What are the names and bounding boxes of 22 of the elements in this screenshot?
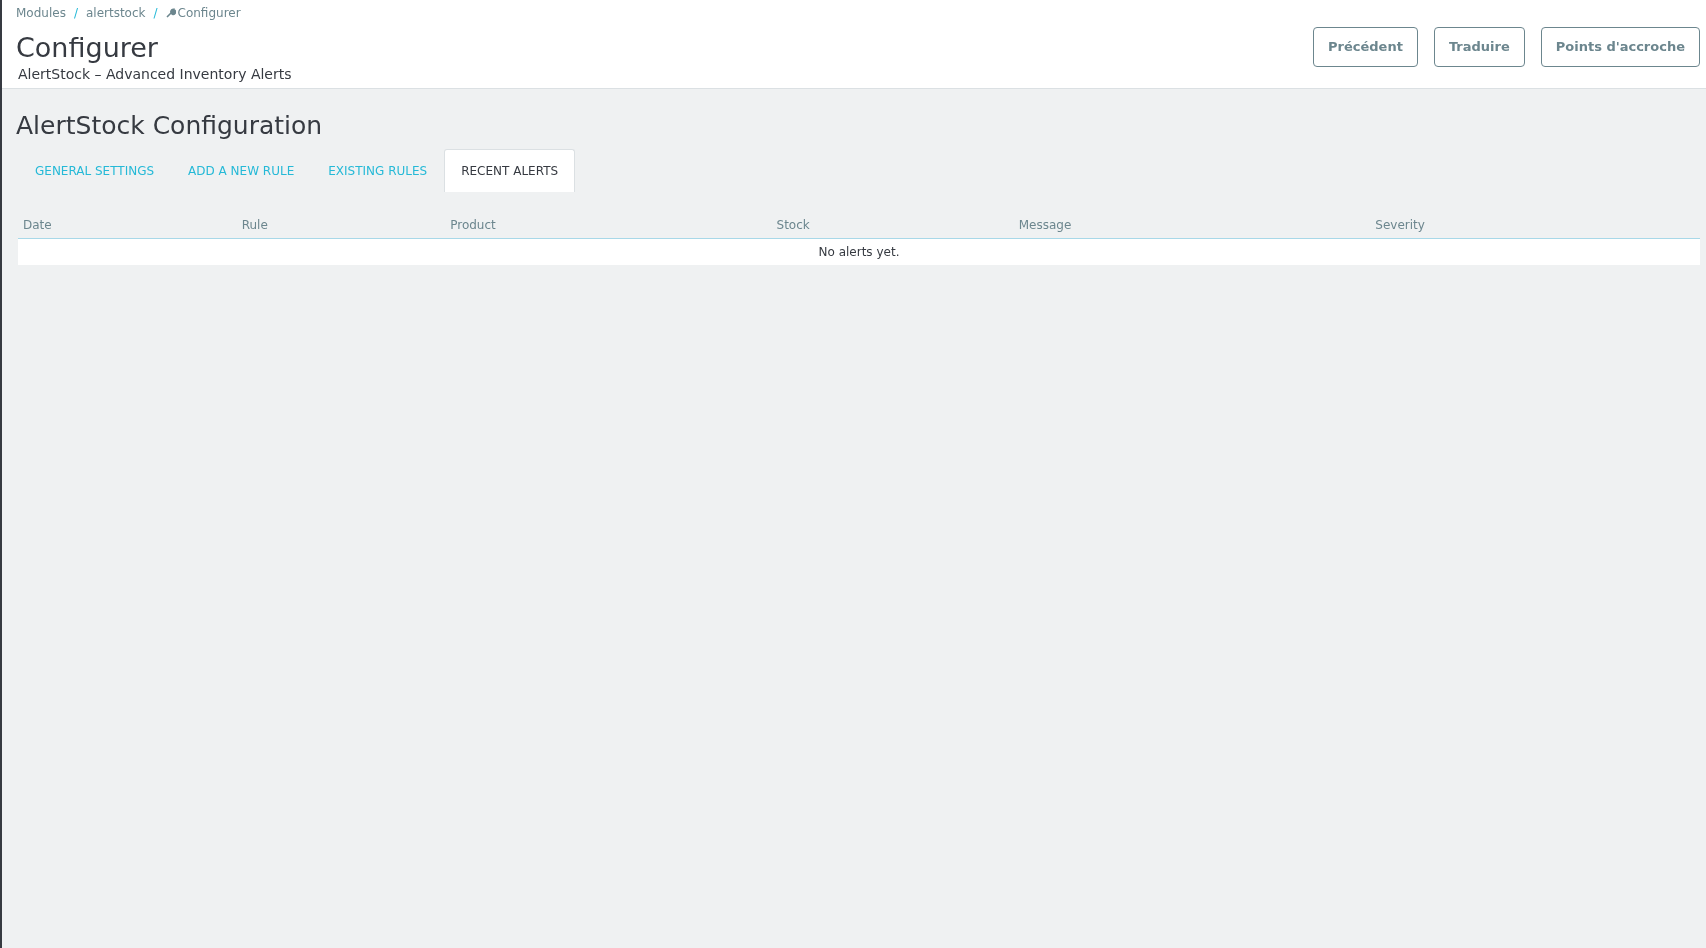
tab[interactable]: RECENT ALERTS: [444, 149, 576, 192]
column-header: Severity: [1370, 212, 1700, 239]
empty-table-message: No alerts yet.: [18, 238, 1700, 265]
column-header: Message: [1013, 212, 1371, 239]
toolbar-button[interactable]: Précédent: [1313, 27, 1418, 67]
page-title: Configurer: [16, 32, 159, 65]
tab[interactable]: GENERAL SETTINGS: [18, 149, 172, 192]
breadcrumb-link[interactable]: Modules: [16, 4, 66, 22]
breadcrumb-separator: /: [73, 5, 78, 22]
column-header: Stock: [771, 212, 1014, 239]
section-title: AlertStock Configuration: [16, 111, 324, 141]
tab[interactable]: EXISTING RULES: [311, 149, 445, 192]
page-subtitle: AlertStock – Advanced Inventory Alerts: [18, 65, 292, 85]
tab[interactable]: ADD A NEW RULE: [171, 149, 312, 192]
breadcrumb-link[interactable]: Configurer: [177, 4, 241, 22]
column-header: Product: [445, 212, 772, 239]
toolbar-button[interactable]: Traduire: [1433, 27, 1525, 67]
breadcrumb-separator: /: [153, 5, 158, 22]
column-header: Rule: [236, 212, 446, 239]
breadcrumb-link[interactable]: alertstock: [85, 4, 146, 22]
column-header: Date: [18, 212, 237, 239]
toolbar-button[interactable]: Points d'accroche: [1540, 27, 1700, 67]
